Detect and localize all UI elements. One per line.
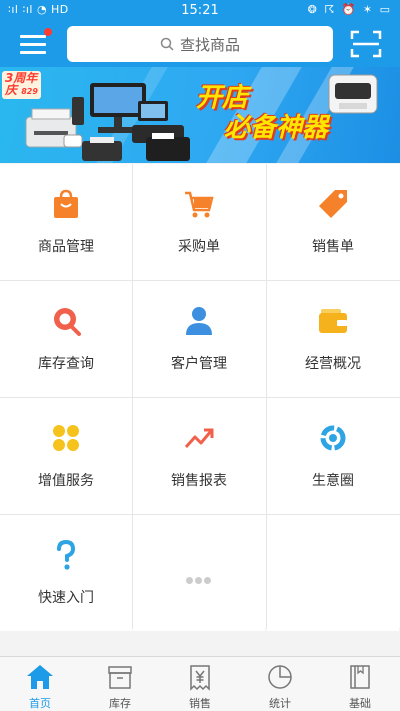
tab-sales[interactable]: 销售 xyxy=(160,657,240,711)
yen-receipt-icon xyxy=(190,665,210,691)
cart-icon xyxy=(185,191,214,218)
inventory-search-icon xyxy=(54,308,81,336)
grid-item-value-added-services[interactable]: 增值服务 xyxy=(0,398,132,514)
grid-item-inventory-query[interactable]: 库存查询 xyxy=(0,281,132,397)
system-icons: ❂ ☈ ⏰ ✶ ▭ xyxy=(307,3,392,16)
notification-dot xyxy=(44,28,52,36)
feature-grid: 商品管理 采购单 销售单 库存查询 客户管理 经营概况 增值服务 销售报表 生意… xyxy=(0,164,400,631)
status-bar: ∶ıl ∶ıl ◔ HD 15:21 ❂ ☈ ⏰ ✶ ▭ xyxy=(0,0,400,20)
shopping-bag-icon xyxy=(54,189,78,218)
grid-item-label: 销售报表 xyxy=(171,473,227,489)
label-printer-image xyxy=(328,74,378,114)
grid-item-customer-management[interactable]: 客户管理 xyxy=(133,281,265,397)
promo-banner[interactable]: 3周年 庆 829 开店 必备神器 xyxy=(0,67,400,163)
grid-item-label: 销售单 xyxy=(312,239,354,255)
tab-basics[interactable]: 基础 xyxy=(320,657,400,711)
home-icon xyxy=(27,665,53,689)
grid-item-product-management[interactable]: 商品管理 xyxy=(0,164,132,280)
pie-chart-icon xyxy=(268,665,292,689)
search-bar[interactable]: 查找商品 xyxy=(67,26,333,62)
grid-item-label: 库存查询 xyxy=(38,356,94,372)
grid-item-business-circle[interactable]: 生意圈 xyxy=(267,398,399,514)
grid-item-label: 客户管理 xyxy=(171,356,227,372)
grid-item-label: 增值服务 xyxy=(38,473,94,489)
clover-icon xyxy=(53,425,79,451)
grid-item-sales-order[interactable]: 销售单 xyxy=(267,164,399,280)
menu-icon[interactable] xyxy=(20,33,46,55)
grid-item-label: 经营概况 xyxy=(305,356,361,372)
scan-icon[interactable] xyxy=(350,30,382,58)
question-icon xyxy=(57,539,76,570)
tag-icon xyxy=(319,190,347,218)
grid-item-quick-start[interactable]: 快速入门 xyxy=(0,515,132,631)
grid-item-business-overview[interactable]: 经营概况 xyxy=(267,281,399,397)
trend-icon xyxy=(184,428,214,449)
app-header: 查找商品 xyxy=(0,20,400,67)
pos-devices-image xyxy=(25,83,190,161)
circle-arrows-icon xyxy=(320,425,346,451)
search-placeholder: 查找商品 xyxy=(179,35,240,54)
more-dots-icon xyxy=(185,569,213,584)
book-icon xyxy=(350,665,370,689)
person-icon xyxy=(186,307,212,335)
tab-inventory[interactable]: 库存 xyxy=(80,657,160,711)
grid-item-label: 快速入门 xyxy=(38,590,94,606)
tab-statistics[interactable]: 统计 xyxy=(240,657,320,711)
grid-item-more[interactable] xyxy=(133,515,265,631)
box-icon xyxy=(108,666,132,689)
banner-headline: 开店 必备神器 xyxy=(196,83,329,143)
grid-item-purchase-order[interactable]: 采购单 xyxy=(133,164,265,280)
grid-item-label: 生意圈 xyxy=(312,473,354,489)
grid-item-sales-report[interactable]: 销售报表 xyxy=(133,398,265,514)
grid-empty-cell xyxy=(267,515,399,631)
grid-item-label: 商品管理 xyxy=(38,239,94,255)
grid-item-label: 采购单 xyxy=(178,239,220,255)
wallet-icon xyxy=(319,309,347,333)
bottom-tab-bar: 首页 库存 销售 统计 基础 xyxy=(0,656,400,711)
tab-home[interactable]: 首页 xyxy=(0,657,80,711)
search-icon xyxy=(160,37,174,51)
